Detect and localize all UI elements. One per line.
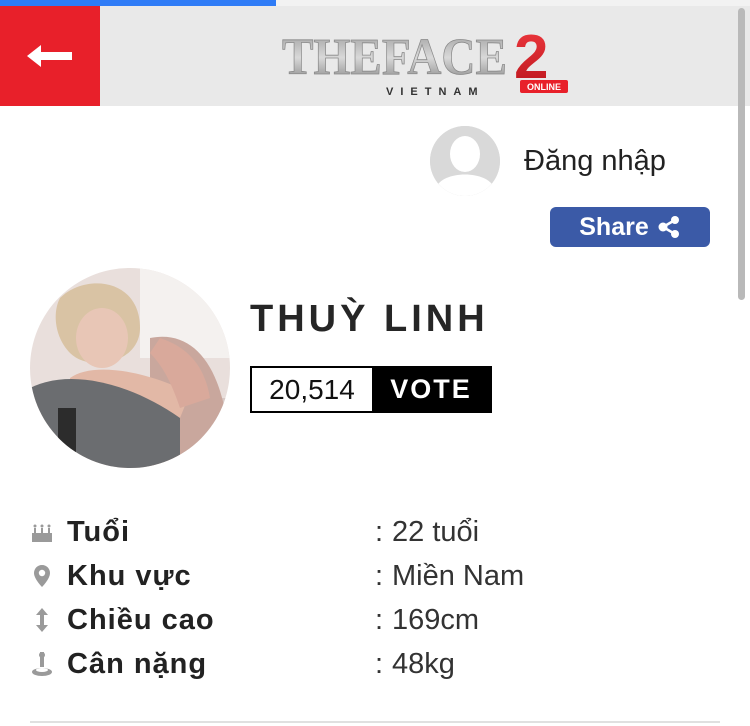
height-arrow-icon	[30, 605, 54, 635]
contestant-photo	[30, 268, 230, 468]
detail-value: 22 tuổi	[392, 515, 480, 548]
detail-separator: :	[375, 559, 384, 592]
contestant-details: Tuổi : 22 tuổi Khu vực : Miền Nam Chiều …	[30, 510, 730, 686]
detail-row-region: Khu vực : Miền Nam	[30, 554, 730, 598]
detail-row-weight: Cân nặng : 48kg	[30, 642, 730, 686]
logo-badge: ONLINE	[527, 82, 561, 92]
vote-button[interactable]: VOTE	[372, 368, 490, 411]
section-divider	[30, 721, 720, 723]
detail-label: Khu vực	[67, 559, 192, 592]
contestant-name: THUỲ LINH	[250, 298, 489, 340]
detail-row-height: Chiều cao : 169cm	[30, 598, 730, 642]
detail-label: Chiều cao	[67, 603, 215, 636]
header-bar: THEFACE 2 VIETNAM ONLINE	[0, 6, 750, 106]
detail-label: Tuổi	[67, 515, 131, 548]
detail-value: 169cm	[392, 603, 480, 636]
arrow-left-icon	[27, 45, 72, 67]
user-silhouette-icon	[430, 126, 500, 196]
detail-separator: :	[375, 603, 384, 636]
detail-value: 48kg	[392, 647, 455, 680]
weight-icon	[30, 649, 54, 679]
logo-country: VIETNAM	[386, 86, 485, 98]
share-nodes-icon	[658, 216, 679, 238]
share-button[interactable]: Share	[550, 207, 710, 247]
detail-label: Cân nặng	[67, 647, 208, 680]
location-pin-icon	[30, 561, 54, 591]
cake-icon	[30, 517, 54, 547]
vote-box: 20,514 VOTE	[250, 366, 492, 413]
detail-value: Miền Nam	[392, 559, 525, 592]
detail-row-age: Tuổi : 22 tuổi	[30, 510, 730, 554]
login-link[interactable]: Đăng nhập	[430, 126, 666, 196]
theface-logo[interactable]: THEFACE 2 VIETNAM ONLINE	[282, 16, 572, 100]
logo-the: THEFACE	[282, 29, 507, 86]
scrollbar[interactable]	[738, 8, 745, 300]
login-label: Đăng nhập	[524, 144, 666, 177]
vote-count: 20,514	[252, 368, 372, 411]
back-button[interactable]	[0, 6, 100, 106]
share-label: Share	[579, 212, 649, 241]
detail-separator: :	[375, 647, 384, 680]
detail-separator: :	[375, 515, 384, 548]
